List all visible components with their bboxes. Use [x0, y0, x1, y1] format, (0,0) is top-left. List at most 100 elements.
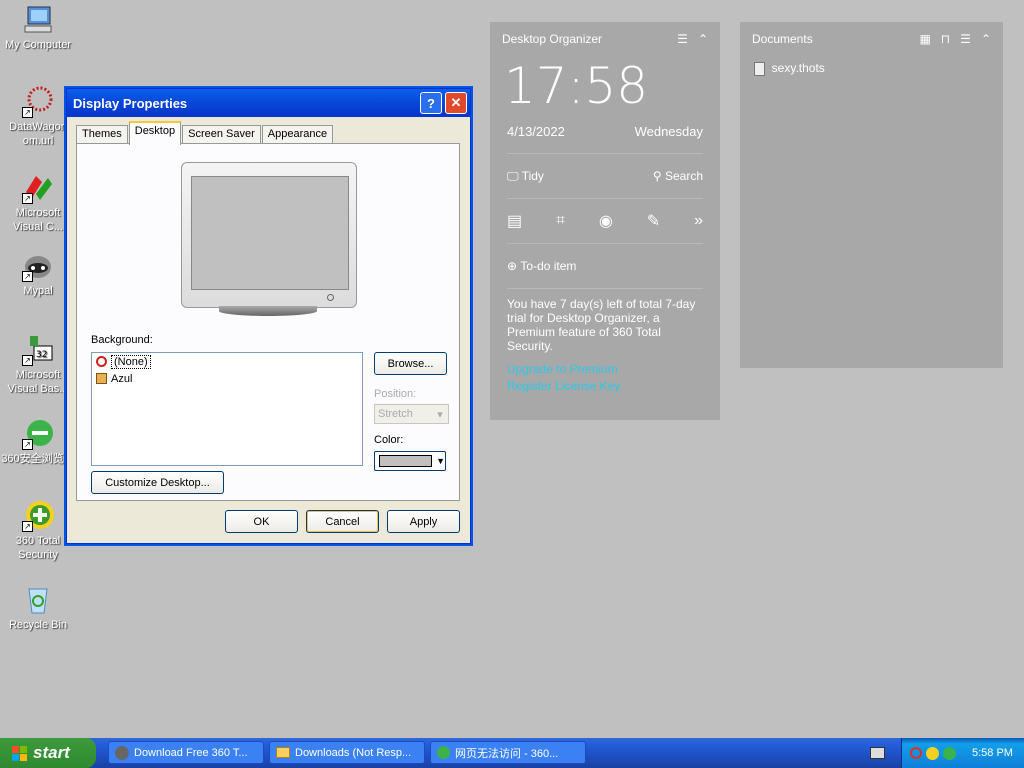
blocked-icon[interactable]	[910, 747, 922, 759]
desktop-icon-label: DataWagon om.url	[9, 121, 67, 147]
taskbar: start Download Free 360 T... Downloads (…	[0, 738, 1024, 768]
desktop-icon-my-computer[interactable]: My Computer	[0, 4, 76, 52]
ok-button[interactable]: OK	[225, 510, 298, 533]
raccoon-icon: ↗	[22, 250, 54, 282]
color-picker-button[interactable]: ▼	[374, 451, 446, 471]
organizer-date: 4/13/2022	[507, 124, 565, 139]
desktop-icon-visual-c[interactable]: ↗ Microsoft Visual C...	[0, 172, 76, 234]
help-icon: ?	[427, 95, 435, 111]
shortcut-arrow-icon: ↗	[22, 355, 33, 366]
desktop-icon-mypal[interactable]: ↗ Mypal	[0, 250, 76, 298]
no-entry-icon	[96, 356, 107, 367]
desktop-icon-label: Microsoft Visual Bas...	[7, 369, 69, 395]
tab-themes[interactable]: Themes	[76, 125, 128, 144]
edit-icon[interactable]: ✎	[647, 211, 660, 231]
organizer-toolbar: ▤ ⌗ ◉ ✎ »	[490, 199, 720, 243]
register-license-link[interactable]: Register License Key	[490, 378, 720, 395]
browser-tray-icon[interactable]	[943, 746, 956, 760]
organizer-title: Desktop Organizer	[502, 32, 603, 46]
monitor-preview	[181, 162, 357, 316]
cancel-button[interactable]: Cancel	[306, 510, 379, 533]
shortcut-arrow-icon: ↗	[22, 193, 33, 204]
documents-header: Documents ▦ ⊓ ☰ ⌃	[740, 22, 1003, 56]
desktop-icon-label: 360安全浏览器	[1, 453, 75, 465]
shortcut-icon: ↗	[22, 86, 54, 118]
monitor-stand	[219, 306, 317, 316]
chevron-up-icon[interactable]: ⌃	[698, 32, 708, 46]
taskbar-item-download-360[interactable]: Download Free 360 T...	[108, 741, 264, 764]
browser-icon	[437, 746, 450, 759]
chevron-up-icon[interactable]: ⌃	[981, 32, 991, 46]
desktop-icon-360-total-security[interactable]: ↗ 360 Total Security	[0, 500, 76, 562]
lock-icon[interactable]: ⊓	[941, 32, 950, 46]
dialog-titlebar[interactable]: Display Properties ? ✕	[67, 89, 470, 117]
taskbar-item-downloads[interactable]: Downloads (Not Resp...	[269, 741, 425, 764]
shortcut-arrow-icon: ↗	[22, 107, 33, 118]
start-label: start	[33, 743, 70, 762]
desktop-icon-label: Mypal	[23, 285, 53, 297]
taskbar-item-label: Download Free 360 T...	[134, 746, 248, 759]
desktop-icon-label: Microsoft Visual C...	[13, 207, 63, 233]
list-item[interactable]: Azul	[92, 370, 362, 387]
desktop-organizer-widget: Desktop Organizer ☰ ⌃ 17:58 4/13/2022 We…	[490, 22, 720, 420]
help-button[interactable]: ?	[420, 92, 442, 114]
background-label: Background:	[91, 334, 153, 346]
apply-button[interactable]: Apply	[387, 510, 460, 533]
browse-button[interactable]: Browse...	[374, 352, 447, 375]
search-icon: ⚲	[652, 169, 662, 183]
file-icon	[754, 61, 765, 76]
chevron-down-icon: ▼	[436, 456, 445, 466]
keyboard-icon[interactable]	[870, 747, 885, 759]
search-button[interactable]: ⚲ Search	[653, 169, 703, 183]
tidy-button[interactable]: 🖵 Tidy	[507, 169, 544, 184]
close-icon: ✕	[450, 95, 462, 110]
desktop-icon-visual-basic[interactable]: 32 ↗ Microsoft Visual Bas...	[0, 334, 76, 396]
close-button[interactable]: ✕	[445, 92, 467, 114]
image-file-icon	[96, 373, 107, 384]
position-value: Stretch	[378, 408, 413, 420]
eye-icon[interactable]: ◉	[599, 211, 613, 231]
list-item-label: (None)	[111, 354, 151, 369]
list-item-label: Azul	[111, 372, 133, 385]
customize-desktop-button[interactable]: Customize Desktop...	[91, 471, 224, 494]
todo-label: To-do item	[520, 259, 577, 273]
dialog-title: Display Properties	[73, 95, 188, 111]
todo-add[interactable]: ⊕ To-do item	[490, 244, 720, 288]
tray-clock[interactable]: 5:58 PM	[972, 747, 1013, 759]
desktop-icon-recycle-bin[interactable]: Recycle Bin	[0, 584, 76, 632]
shortcut-arrow-icon: ↗	[22, 521, 33, 532]
color-label: Color:	[374, 434, 404, 446]
documents-widget: Documents ▦ ⊓ ☰ ⌃ sexy.thots	[740, 22, 1003, 368]
security-plus-icon[interactable]	[926, 746, 939, 760]
crop-icon[interactable]: ⌗	[556, 212, 565, 230]
desktop-icon-360-browser[interactable]: ↗ 360安全浏览器	[0, 418, 76, 466]
taskbar-item-360-browser[interactable]: 网页无法访问 - 360...	[430, 741, 586, 764]
organizer-actions: 🖵 Tidy ⚲ Search	[490, 154, 720, 198]
color-swatch	[379, 455, 433, 467]
desktop-icon-datawagon[interactable]: ↗ DataWagon om.url	[0, 86, 76, 148]
start-button[interactable]: start	[0, 738, 96, 768]
dialog-tabs: Themes Desktop Screen Saver Appearance	[76, 121, 334, 145]
tab-desktop[interactable]: Desktop	[128, 121, 182, 145]
visual-basic-icon: 32 ↗	[22, 334, 54, 366]
grid-icon[interactable]: ▦	[919, 32, 930, 46]
position-select[interactable]: Stretch ▾	[374, 404, 449, 424]
tab-screen-saver[interactable]: Screen Saver	[182, 125, 261, 144]
power-led-icon	[327, 294, 334, 301]
tab-appearance[interactable]: Appearance	[261, 125, 334, 144]
trial-text: You have 7 day(s) left of total 7-day tr…	[507, 297, 696, 353]
menu-icon[interactable]: ☰	[677, 32, 688, 46]
computer-icon	[22, 4, 54, 36]
document-item[interactable]: sexy.thots	[740, 56, 1003, 81]
list-item[interactable]: (None)	[92, 353, 362, 370]
monitor-screen	[191, 176, 349, 290]
svg-text:32: 32	[36, 350, 47, 360]
double-chevron-right-icon[interactable]: »	[694, 212, 703, 230]
folder-icon	[276, 747, 290, 758]
upgrade-premium-link[interactable]: Upgrade to Premium	[490, 361, 720, 378]
taskbar-item-label: Downloads (Not Resp...	[295, 746, 412, 759]
notes-icon[interactable]: ▤	[507, 211, 522, 231]
background-list[interactable]: (None) Azul	[91, 352, 363, 466]
organizer-clock: 17:58	[504, 57, 649, 115]
menu-icon[interactable]: ☰	[960, 32, 971, 46]
